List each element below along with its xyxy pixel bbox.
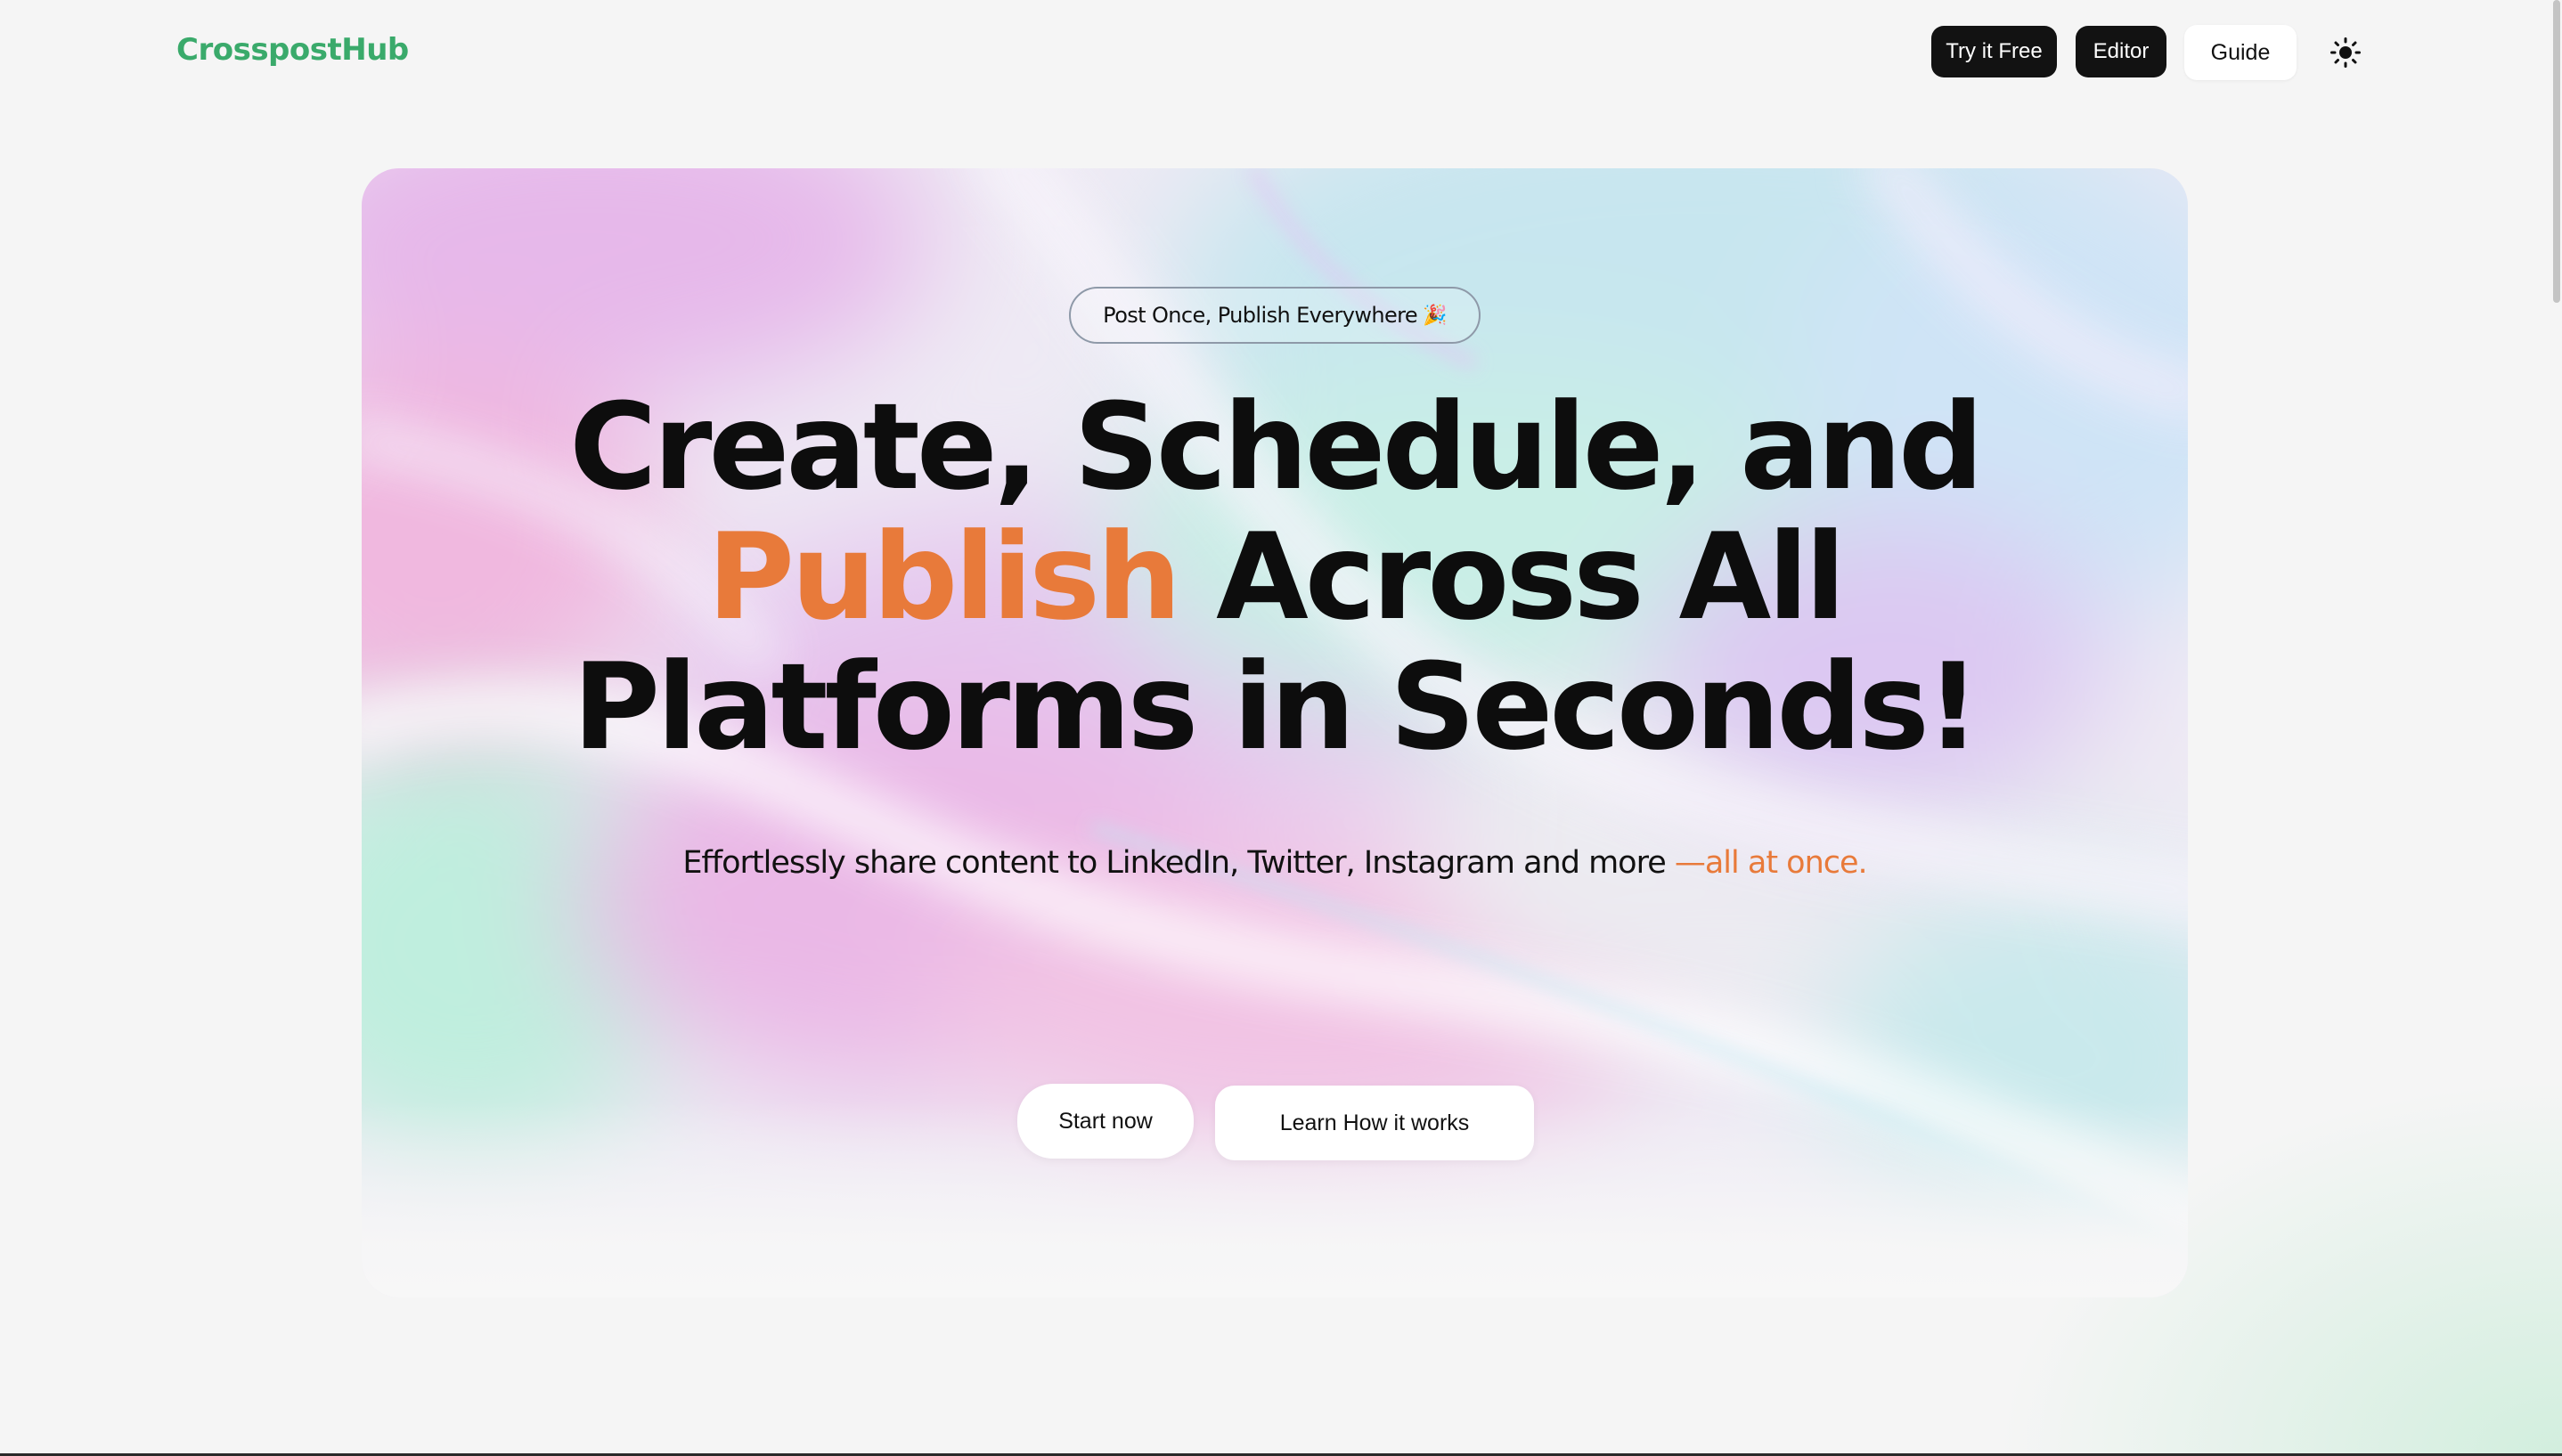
page-scrollbar[interactable] (2553, 0, 2560, 303)
start-now-button[interactable]: Start now (1017, 1084, 1194, 1159)
subtitle-accent: —all at once. (1674, 845, 1868, 881)
party-popper-icon: 🎉 (1423, 304, 1447, 327)
headline-line-3: Platforms in Seconds! (572, 638, 1980, 777)
brand-logo[interactable]: CrosspostHub (176, 32, 409, 68)
hero-headline: Create, Schedule, and Publish Across All… (362, 382, 2188, 772)
theme-toggle-button[interactable] (2325, 32, 2366, 73)
learn-how-button[interactable]: Learn How it works (1215, 1086, 1534, 1160)
headline-line-2-rest: Across All (1178, 508, 1846, 647)
headline-accent-word: Publish (706, 508, 1182, 647)
headline-line-2: Publish Across All (362, 512, 2188, 642)
headline-line-1: Create, Schedule, and (569, 378, 1984, 517)
tagline-badge: Post Once, Publish Everywhere 🎉 (1069, 287, 1481, 344)
hero-card: Post Once, Publish Everywhere 🎉 Create, … (362, 168, 2188, 1297)
editor-button[interactable]: Editor (2076, 26, 2166, 77)
top-navbar: CrosspostHub Try it Free Editor Guide (0, 0, 2562, 107)
hero-subtitle: Effortlessly share content to LinkedIn, … (362, 845, 2188, 881)
tagline-badge-text: Post Once, Publish Everywhere (1103, 303, 1418, 328)
try-free-button[interactable]: Try it Free (1931, 26, 2057, 77)
guide-button[interactable]: Guide (2184, 25, 2297, 80)
subtitle-main: Effortlessly share content to LinkedIn, … (682, 845, 1675, 881)
sun-icon (2330, 37, 2361, 68)
